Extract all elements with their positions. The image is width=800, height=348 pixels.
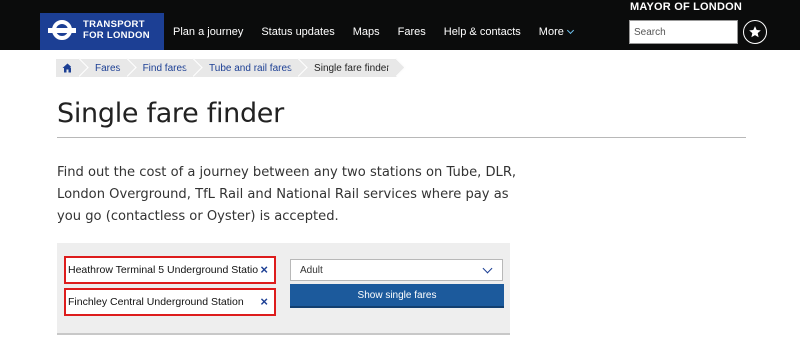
nav-maps[interactable]: Maps bbox=[344, 26, 389, 38]
to-station-field[interactable]: Finchley Central Underground Station × bbox=[64, 288, 276, 316]
nav-help-contacts[interactable]: Help & contacts bbox=[435, 26, 530, 38]
nav-status-updates[interactable]: Status updates bbox=[252, 26, 343, 38]
tfl-logo[interactable]: TRANSPORT FOR LONDON bbox=[40, 13, 164, 50]
mayor-of-london-link[interactable]: MAYOR OF LONDON bbox=[630, 1, 742, 13]
nav-plan-a-journey[interactable]: Plan a journey bbox=[164, 26, 252, 38]
nav-fares[interactable]: Fares bbox=[389, 26, 435, 38]
logo-text: TRANSPORT FOR LONDON bbox=[83, 19, 150, 41]
intro-text: Find out the cost of a journey between a… bbox=[57, 165, 517, 224]
passenger-type-value: Adult bbox=[300, 264, 323, 276]
clear-to-icon[interactable]: × bbox=[260, 295, 268, 309]
site-header: MAYOR OF LONDON TRANSPORT FOR LONDON Pla… bbox=[0, 0, 800, 50]
main-nav: Plan a journey Status updates Maps Fares… bbox=[164, 13, 582, 50]
breadcrumb-home[interactable] bbox=[56, 58, 89, 77]
breadcrumb-label: Find fares bbox=[142, 62, 188, 74]
roundel-icon bbox=[48, 20, 76, 42]
to-station-value: Finchley Central Underground Station bbox=[68, 296, 244, 308]
title-divider bbox=[57, 137, 746, 138]
nav-more[interactable]: More bbox=[530, 26, 582, 38]
clear-from-icon[interactable]: × bbox=[260, 263, 268, 277]
breadcrumb-find-fares[interactable]: Find fares bbox=[127, 58, 203, 77]
nav-more-label: More bbox=[538, 25, 564, 38]
breadcrumb-label: Fares bbox=[95, 62, 121, 74]
chevron-down-icon bbox=[566, 26, 574, 34]
from-station-field[interactable]: Heathrow Terminal 5 Underground Station … bbox=[64, 256, 276, 284]
star-icon bbox=[749, 26, 761, 38]
search-input[interactable] bbox=[629, 20, 738, 44]
breadcrumb-label: Tube and rail fares bbox=[209, 62, 293, 74]
from-station-value: Heathrow Terminal 5 Underground Station bbox=[68, 264, 258, 276]
fare-finder-form: Heathrow Terminal 5 Underground Station … bbox=[57, 243, 510, 335]
page-title: Single fare finder bbox=[57, 98, 284, 129]
breadcrumb-tube-rail-fares[interactable]: Tube and rail fares bbox=[194, 58, 308, 77]
breadcrumb-current: Single fare finder bbox=[299, 58, 406, 77]
breadcrumb: Fares Find fares Tube and rail fares Sin… bbox=[56, 58, 406, 77]
breadcrumb-label: Single fare finder bbox=[314, 62, 390, 74]
passenger-type-select[interactable]: Adult bbox=[290, 259, 503, 281]
chevron-down-icon bbox=[482, 263, 493, 274]
favourites-button[interactable] bbox=[743, 20, 767, 44]
show-single-fares-button[interactable]: Show single fares bbox=[290, 284, 504, 308]
